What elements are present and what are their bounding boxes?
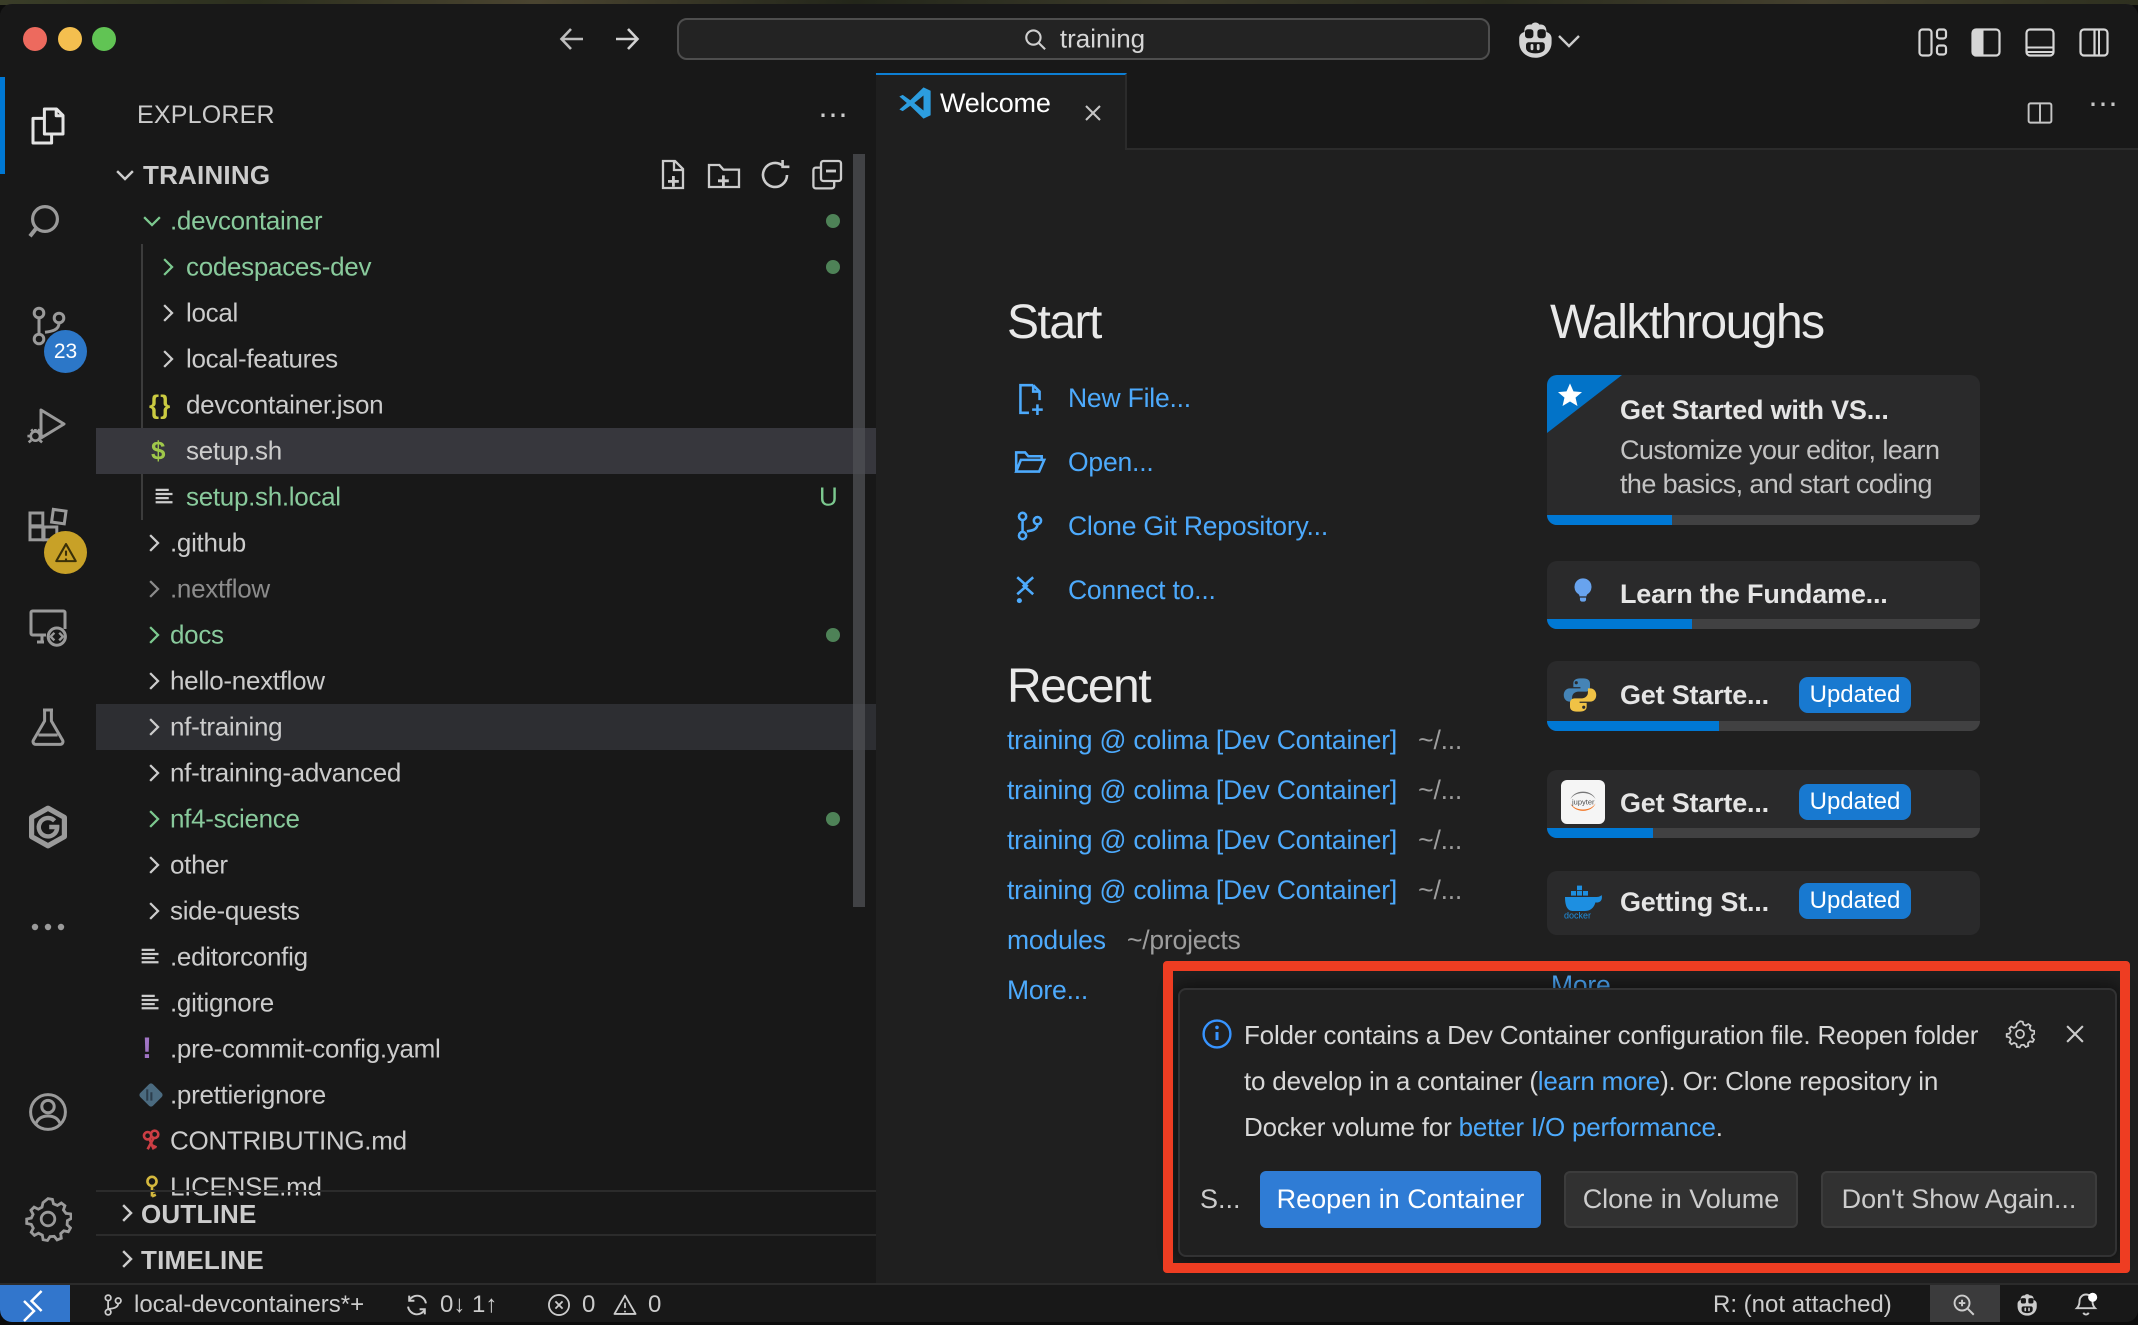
svg-text:jupyter: jupyter	[1571, 798, 1595, 807]
svg-text:docker: docker	[1564, 911, 1591, 921]
